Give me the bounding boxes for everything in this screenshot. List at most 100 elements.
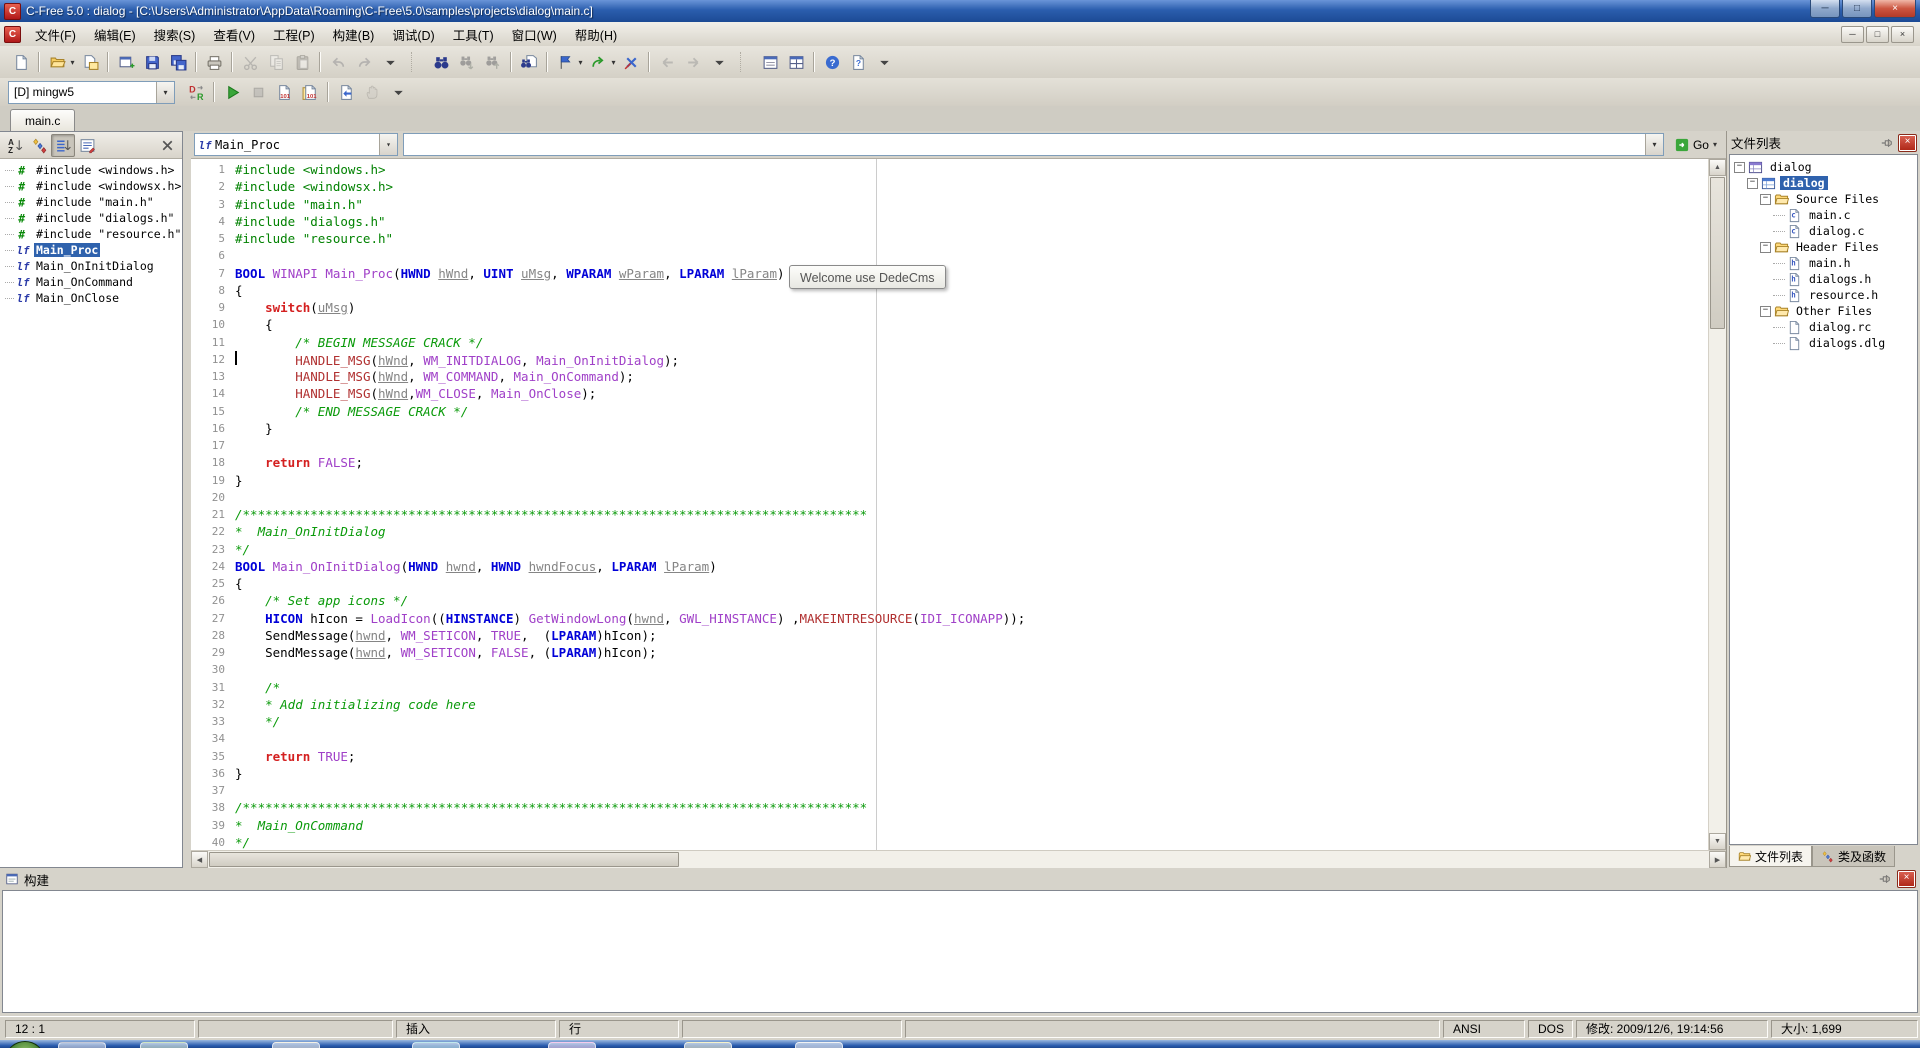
panel-tab-[interactable]: 类及函数 [1812, 846, 1895, 867]
scroll-left-button[interactable]: ◀ [191, 851, 208, 868]
sort-by-line-button[interactable] [51, 134, 75, 157]
tree-item-header-files[interactable]: −Header Files [1730, 239, 1917, 255]
collapse-icon[interactable]: − [1760, 194, 1771, 205]
menu-file[interactable]: 文件(F) [26, 22, 85, 47]
goto-combo[interactable]: ▾ [403, 133, 1664, 156]
tab-main-c[interactable]: main.c [10, 109, 75, 131]
new-window-button[interactable] [113, 50, 139, 75]
context-help-button[interactable]: ? [845, 50, 871, 75]
build-menu-button[interactable] [385, 80, 411, 105]
symbol-item-include-windowsx-h[interactable]: ##include <windowsx.h> [0, 178, 182, 194]
help-button[interactable]: ? [819, 50, 845, 75]
taskbar-item-1[interactable] [58, 1042, 106, 1048]
menu-help[interactable]: 帮助(H) [566, 22, 626, 47]
minimize-button[interactable]: ─ [1810, 0, 1840, 18]
chevron-down-icon[interactable]: ▾ [156, 82, 174, 103]
new-file-button[interactable] [8, 50, 34, 75]
menu-view[interactable]: 查看(V) [204, 22, 264, 47]
tree-item-dialog[interactable]: −dialog [1730, 175, 1917, 191]
collapse-icon[interactable]: − [1760, 306, 1771, 317]
toolbar-options-button[interactable] [871, 50, 897, 75]
horizontal-scroll-thumb[interactable] [209, 852, 679, 867]
compile-button[interactable]: 101 [271, 80, 297, 105]
close-panel-button[interactable]: × [1899, 135, 1916, 151]
menu-tools[interactable]: 工具(T) [444, 22, 503, 47]
open-file-button[interactable] [44, 50, 70, 75]
print-button[interactable] [201, 50, 227, 75]
tree-item-resource-h[interactable]: hresource.h [1730, 287, 1917, 303]
toggle-debug-release-button[interactable]: DR [183, 80, 209, 105]
tree-item-dialog[interactable]: −dialog [1730, 159, 1917, 175]
chevron-down-icon[interactable]: ▾ [1645, 134, 1663, 155]
chevron-down-icon[interactable]: ▾ [379, 134, 397, 155]
undo-redo-menu-button[interactable] [377, 50, 403, 75]
symbol-item-main-proc[interactable]: lfMain_Proc [0, 242, 182, 258]
clear-bookmarks-button[interactable] [618, 50, 644, 75]
taskbar-item-5[interactable] [548, 1042, 596, 1048]
vertical-scrollbar[interactable]: ▲ ▼ [1708, 159, 1726, 850]
scroll-down-button[interactable]: ▼ [1709, 833, 1726, 850]
mdi-restore-button[interactable]: □ [1866, 26, 1889, 43]
menu-build[interactable]: 构建(B) [324, 22, 384, 47]
taskbar-item-2[interactable] [140, 1042, 188, 1048]
mdi-minimize-button[interactable]: ─ [1841, 26, 1864, 43]
mdi-close-button[interactable]: × [1891, 26, 1914, 43]
menu-edit[interactable]: 编辑(E) [85, 22, 145, 47]
horizontal-scrollbar[interactable]: ◀ ▶ [191, 850, 1726, 868]
window-list-button[interactable] [757, 50, 783, 75]
symbol-item-include-windows-h[interactable]: ##include <windows.h> [0, 162, 182, 178]
tree-item-other-files[interactable]: −Other Files [1730, 303, 1917, 319]
run-button[interactable] [219, 80, 245, 105]
save-all-button[interactable] [165, 50, 191, 75]
navigate-menu-button[interactable] [706, 50, 732, 75]
symbol-item-include-dialogs-h[interactable]: ##include "dialogs.h" [0, 210, 182, 226]
toggle-bookmark-button[interactable] [552, 50, 578, 75]
taskbar-item-6[interactable] [684, 1042, 732, 1048]
open-project-button[interactable] [77, 50, 103, 75]
tree-item-source-files[interactable]: −Source Files [1730, 191, 1917, 207]
close-symbols-panel-button[interactable] [155, 134, 179, 157]
collapse-icon[interactable]: − [1734, 162, 1745, 173]
taskbar-item-3[interactable] [272, 1042, 320, 1048]
output-window-button[interactable] [783, 50, 809, 75]
menu-project[interactable]: 工程(P) [264, 22, 324, 47]
taskbar-item-7[interactable] [795, 1042, 843, 1048]
pin-icon[interactable] [1879, 135, 1895, 151]
tree-item-dialogs-dlg[interactable]: dialogs.dlg [1730, 335, 1917, 351]
find-button[interactable] [428, 50, 454, 75]
menu-debug[interactable]: 调试(D) [383, 22, 443, 47]
symbol-item-main-oninitdialog[interactable]: lfMain_OnInitDialog [0, 258, 182, 274]
vertical-splitter[interactable] [183, 131, 191, 868]
pin-icon[interactable] [1877, 871, 1893, 887]
start-button[interactable] [6, 1041, 44, 1048]
menu-search[interactable]: 搜索(S) [145, 22, 205, 47]
symbol-item-main-onclose[interactable]: lfMain_OnClose [0, 290, 182, 306]
tree-item-main-h[interactable]: hmain.h [1730, 255, 1917, 271]
build-button[interactable] [333, 80, 359, 105]
rebuild-button[interactable]: 101 [297, 80, 323, 105]
sort-alphabetically-button[interactable]: AZ [3, 134, 27, 157]
close-button[interactable]: × [1874, 0, 1916, 18]
tree-item-dialogs-h[interactable]: hdialogs.h [1730, 271, 1917, 287]
collapse-icon[interactable]: − [1747, 178, 1758, 189]
collapse-icon[interactable]: − [1760, 242, 1771, 253]
save-button[interactable] [139, 50, 165, 75]
menu-window[interactable]: 窗口(W) [503, 22, 566, 47]
tree-item-main-c[interactable]: cmain.c [1730, 207, 1917, 223]
symbol-item-include-main-h[interactable]: ##include "main.h" [0, 194, 182, 210]
sort-by-type-button[interactable] [27, 134, 51, 157]
scroll-up-button[interactable]: ▲ [1709, 159, 1726, 176]
close-panel-button[interactable]: × [1898, 871, 1915, 887]
taskbar-item-4[interactable] [412, 1042, 460, 1048]
function-combo[interactable]: lf Main_Proc ▾ [194, 133, 398, 156]
goto-bookmark-button[interactable] [585, 50, 611, 75]
code-area[interactable]: 1#include <windows.h>2#include <windowsx… [191, 159, 1726, 850]
tree-item-dialog-c[interactable]: cdialog.c [1730, 223, 1917, 239]
vertical-scroll-thumb[interactable] [1710, 177, 1725, 329]
panel-tab-[interactable]: 文件列表 [1729, 846, 1812, 867]
symbol-item-include-resource-h[interactable]: ##include "resource.h" [0, 226, 182, 242]
scroll-right-button[interactable]: ▶ [1709, 851, 1726, 868]
symbol-item-main-oncommand[interactable]: lfMain_OnCommand [0, 274, 182, 290]
tree-item-dialog-rc[interactable]: dialog.rc [1730, 319, 1917, 335]
maximize-button[interactable]: □ [1842, 0, 1872, 18]
